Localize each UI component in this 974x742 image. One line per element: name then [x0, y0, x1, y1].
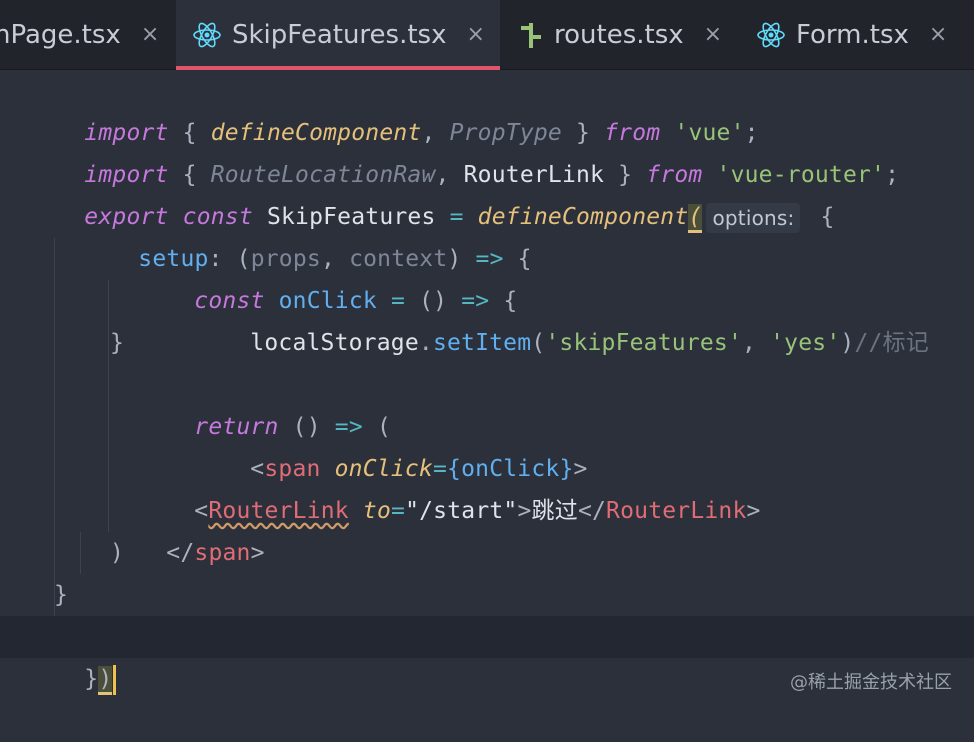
code-line[interactable]: import { defineComponent, PropType } fro…	[0, 70, 974, 146]
punctuation: }	[110, 330, 125, 356]
punctuation: )	[110, 540, 125, 566]
editor-tab-bar: nPage.tsx × SkipFeatures.tsx × routes.ts…	[0, 0, 974, 70]
code-line[interactable]: <RouterLink to="/start">跳过</RouterLink>	[0, 448, 974, 524]
routes-icon	[518, 20, 544, 50]
tab-routes[interactable]: routes.tsx ×	[518, 0, 740, 69]
watermark: @稀土掘金技术社区	[790, 672, 952, 693]
close-icon[interactable]: ×	[929, 22, 947, 47]
code-line[interactable]: <span onClick={onClick}>	[0, 406, 974, 482]
close-icon[interactable]: ×	[466, 22, 484, 47]
code-line[interactable]: import { RouteLocationRaw, RouterLink } …	[0, 112, 974, 188]
react-icon	[756, 20, 786, 50]
tab-form[interactable]: Form.tsx ×	[756, 0, 974, 69]
code-line[interactable]: export const SkipFeatures = defineCompon…	[0, 154, 974, 233]
tab-label: SkipFeatures.tsx	[232, 19, 447, 50]
code-line[interactable]: )	[0, 532, 974, 574]
code-line[interactable]: const onClick = () => {	[0, 238, 974, 314]
tab-label: routes.tsx	[554, 19, 684, 50]
code-line[interactable]: }	[0, 322, 974, 364]
matched-bracket: )	[98, 666, 113, 695]
code-line[interactable]: localStorage.setItem('skipFeatures', 'ye…	[0, 280, 974, 356]
punctuation: }	[54, 582, 69, 608]
code-line[interactable]: </span>	[0, 490, 974, 566]
react-icon	[192, 20, 222, 50]
tab-label: nPage.tsx	[0, 19, 121, 50]
code-line[interactable]: setup: (props, context) => {	[0, 196, 974, 272]
close-icon[interactable]: ×	[141, 22, 159, 47]
tab-npage[interactable]: nPage.tsx ×	[0, 0, 170, 69]
tab-label: Form.tsx	[796, 19, 909, 50]
close-icon[interactable]: ×	[704, 22, 722, 47]
punctuation: }	[84, 666, 99, 692]
code-line-current[interactable]: })	[0, 616, 974, 695]
code-line[interactable]: return () => (	[0, 364, 974, 440]
text-cursor	[113, 664, 117, 695]
code-line[interactable]: }	[0, 574, 974, 616]
code-editor[interactable]: import { defineComponent, PropType } fro…	[0, 70, 974, 712]
tab-skipfeatures[interactable]: SkipFeatures.tsx ×	[176, 0, 500, 70]
